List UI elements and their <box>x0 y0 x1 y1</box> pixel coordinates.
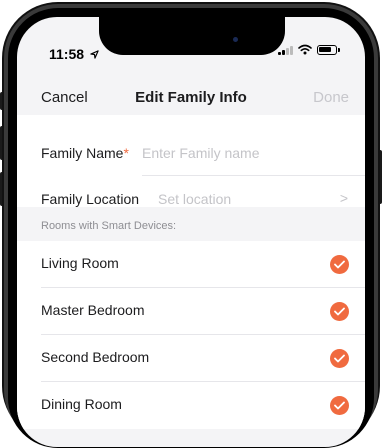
form-divider <box>142 175 365 176</box>
rooms-section-title: Rooms with Smart Devices: <box>41 220 177 232</box>
family-name-input[interactable] <box>142 145 322 161</box>
chevron-right-icon: > <box>339 190 348 206</box>
battery-icon <box>317 44 340 55</box>
wifi-icon <box>298 44 312 55</box>
room-label: Master Bedroom <box>41 302 145 318</box>
rooms-list: Living Room Master Bedroom Second Bedroo… <box>17 241 365 429</box>
family-location-placeholder: Set location <box>158 191 232 207</box>
camera-dot <box>233 37 238 42</box>
room-label: Dining Room <box>41 396 122 412</box>
room-item-master-bedroom[interactable]: Master Bedroom <box>17 288 365 335</box>
status-time-text: 11:58 <box>49 46 85 62</box>
room-item-dining-room[interactable]: Dining Room <box>17 382 365 429</box>
checkmark-icon[interactable] <box>330 255 349 274</box>
required-marker: * <box>123 145 129 161</box>
battery-level <box>319 46 331 52</box>
status-time: 11:58 <box>49 46 99 62</box>
family-name-label-text: Family Name <box>41 145 124 161</box>
family-name-label: Family Name* <box>41 145 129 161</box>
checkmark-icon[interactable] <box>330 396 349 415</box>
room-label: Second Bedroom <box>41 349 150 365</box>
room-item-second-bedroom[interactable]: Second Bedroom <box>17 335 365 382</box>
phone-frame: 11:58 Cancel Edit Family Info Done Famil… <box>0 0 382 448</box>
location-arrow-icon <box>90 50 99 59</box>
room-label: Living Room <box>41 255 119 271</box>
status-icons <box>278 44 340 55</box>
navbar: Cancel Edit Family Info Done <box>17 77 365 115</box>
done-button[interactable]: Done <box>313 89 349 106</box>
room-item-living-room[interactable]: Living Room <box>17 241 365 288</box>
checkmark-icon[interactable] <box>330 302 349 321</box>
family-location-field[interactable]: Set location > <box>158 185 358 213</box>
notch <box>99 17 285 55</box>
screen: 11:58 Cancel Edit Family Info Done Famil… <box>17 17 365 447</box>
family-location-label: Family Location <box>41 191 140 207</box>
family-info-form: Family Name* Family Location Set locatio… <box>17 115 365 207</box>
signal-icon <box>278 45 293 55</box>
checkmark-icon[interactable] <box>330 349 349 368</box>
